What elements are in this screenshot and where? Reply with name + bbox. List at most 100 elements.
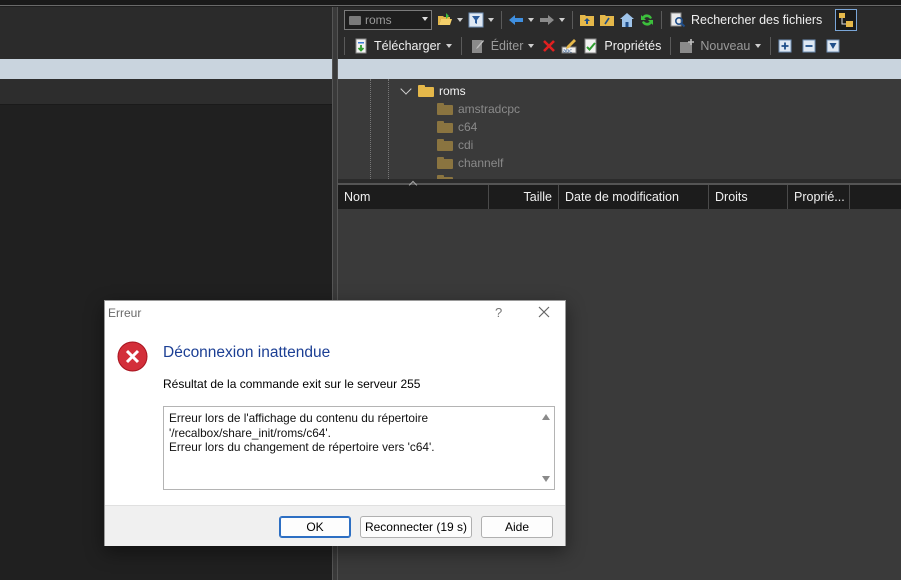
dialog-message: Résultat de la commande exit sur le serv… — [163, 377, 421, 391]
details-line: '/recalbox/share_init/roms/c64'. — [169, 425, 331, 440]
tree-guide-line — [370, 79, 371, 179]
right-panel-header — [338, 59, 901, 79]
dialog-title: Erreur — [108, 306, 142, 320]
column-header-name[interactable]: Nom — [338, 180, 489, 209]
download-label: Télécharger — [374, 39, 441, 53]
chevron-down-icon[interactable] — [400, 83, 412, 95]
toolbar-separator — [770, 37, 772, 55]
column-header-owner[interactable]: Proprié... — [788, 185, 850, 209]
help-dialog-button[interactable]: Aide — [481, 516, 553, 538]
properties-button[interactable]: Propriétés — [579, 35, 666, 57]
filter-icon[interactable] — [468, 12, 484, 28]
path-combo[interactable]: roms — [344, 10, 432, 30]
remote-toolbar-navigation: roms Rechercher des fichiers — [338, 7, 901, 33]
edit-button[interactable]: Éditer — [466, 35, 540, 57]
download-button[interactable]: Télécharger — [349, 35, 457, 57]
tree-node-label: c64 — [458, 120, 478, 134]
remote-directory-tree[interactable]: roms amstradcpc c64 cdi channelf — [338, 79, 901, 179]
scroll-down-icon[interactable] — [542, 476, 550, 482]
error-details-box[interactable]: Erreur lors de l'affichage du contenu du… — [163, 406, 555, 490]
close-button[interactable] — [537, 305, 551, 319]
toolbar-separator — [344, 37, 345, 55]
filter-select-icon[interactable] — [825, 38, 841, 54]
path-combo-value: roms — [365, 13, 392, 27]
details-line: Erreur lors du changement de répertoire … — [169, 440, 435, 455]
tree-node[interactable] — [437, 172, 453, 179]
tree-view-icon — [839, 13, 854, 27]
tree-view-toggle-button[interactable] — [835, 9, 858, 31]
chevron-down-icon — [528, 44, 535, 48]
column-header-modified[interactable]: Date de modification — [559, 185, 709, 209]
reconnect-button[interactable]: Reconnecter (19 s) — [360, 516, 472, 538]
tree-node-label: channelf — [458, 156, 504, 170]
close-icon — [538, 306, 550, 318]
tree-node[interactable]: c64 — [437, 118, 477, 136]
parent-folder-icon[interactable] — [579, 12, 595, 28]
chevron-down-icon[interactable] — [488, 18, 494, 22]
details-line: Erreur lors de l'affichage du contenu du… — [169, 411, 429, 425]
folder-icon — [437, 157, 453, 169]
back-arrow-icon[interactable] — [508, 12, 524, 28]
scroll-up-icon[interactable] — [542, 414, 550, 420]
dialog-button-bar: OK Reconnecter (19 s) Aide — [105, 505, 565, 546]
chevron-down-icon[interactable] — [457, 18, 463, 22]
chevron-down-icon[interactable] — [559, 18, 565, 22]
error-details-text: Erreur lors de l'affichage du contenu du… — [169, 411, 531, 455]
edit-icon — [470, 38, 486, 54]
details-scrollbar[interactable] — [538, 407, 554, 489]
open-folder-icon[interactable] — [437, 12, 453, 28]
add-icon[interactable] — [777, 38, 793, 54]
tree-node-label: roms — [439, 84, 466, 98]
column-header-size[interactable]: Taille — [489, 185, 559, 209]
rename-icon[interactable]: abc — [561, 38, 577, 54]
svg-text:abc: abc — [563, 48, 572, 54]
new-button[interactable]: Nouveau — [675, 35, 766, 57]
tree-node[interactable]: channelf — [437, 154, 503, 172]
help-button[interactable]: ? — [495, 305, 502, 320]
chevron-down-icon — [445, 44, 452, 48]
toolbar-separator — [460, 37, 462, 55]
root-folder-icon[interactable] — [599, 12, 615, 28]
search-files-label: Rechercher des fichiers — [691, 13, 823, 27]
left-panel-header — [0, 59, 332, 79]
new-label: Nouveau — [700, 39, 751, 53]
top-border — [0, 0, 901, 6]
error-dialog: Erreur ? Déconnexion inattendue Résultat… — [104, 300, 566, 546]
column-header-permissions[interactable]: Droits — [709, 185, 788, 209]
toolbar-separator — [501, 11, 502, 29]
chevron-down-icon — [422, 17, 428, 21]
left-toolbar-area — [0, 7, 332, 59]
download-icon — [353, 38, 369, 54]
properties-icon — [583, 38, 599, 54]
file-list-header: Nom Taille Date de modification Droits P… — [338, 180, 901, 209]
chevron-down-icon — [755, 44, 762, 48]
folder-icon — [437, 139, 453, 151]
forward-arrow-icon[interactable] — [539, 12, 555, 28]
remove-icon[interactable] — [801, 38, 817, 54]
ok-button[interactable]: OK — [279, 516, 351, 538]
toolbar-separator — [572, 11, 573, 29]
search-files-button[interactable]: Rechercher des fichiers — [666, 9, 827, 31]
column-header-label: Taille — [523, 190, 553, 204]
edit-label: Éditer — [490, 39, 524, 53]
tree-node[interactable]: cdi — [437, 136, 473, 154]
tree-node[interactable]: amstradcpc — [437, 100, 520, 118]
remote-toolbar-actions: Télécharger Éditer abc Propriétés Nouvea… — [338, 33, 901, 59]
chevron-down-icon[interactable] — [528, 18, 534, 22]
refresh-icon[interactable] — [639, 12, 655, 28]
home-icon[interactable] — [619, 12, 635, 28]
tree-node-label: cdi — [458, 138, 474, 152]
column-header-label: Date de modification — [565, 190, 679, 204]
error-icon — [117, 341, 148, 372]
folder-icon — [437, 103, 453, 115]
properties-label: Propriétés — [604, 39, 662, 53]
folder-icon — [418, 85, 434, 97]
toolbar-separator — [670, 37, 672, 55]
dialog-heading: Déconnexion inattendue — [163, 344, 331, 361]
tree-node-roms[interactable]: roms — [400, 82, 466, 100]
delete-icon[interactable] — [541, 38, 557, 54]
left-path-bar[interactable] — [0, 79, 332, 105]
tree-guide-line — [388, 79, 389, 179]
toolbar-separator — [661, 11, 662, 29]
column-header-label: Droits — [715, 190, 748, 204]
